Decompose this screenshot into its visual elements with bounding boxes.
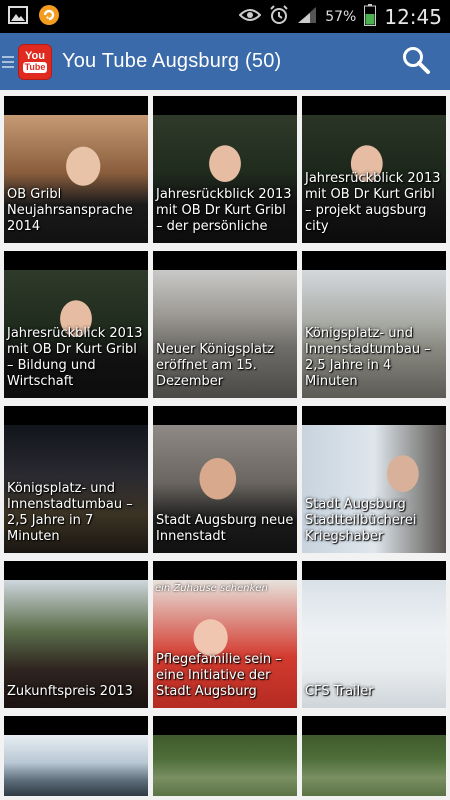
video-tile[interactable]: Zukunftspreis 2013 [4, 561, 148, 708]
video-tile[interactable]: Stadt Augsburg Stadtteilbücherei Kriegsh… [302, 406, 446, 553]
status-bar: 57% 12:45 [0, 0, 450, 33]
video-tile[interactable]: Jahresrückblick 2013 mit OB Dr Kurt Grib… [4, 251, 148, 398]
video-thumbnail [302, 735, 446, 796]
eye-icon [238, 7, 262, 26]
video-tile[interactable]: Stadt Augsburg neue Innenstadt [153, 406, 297, 553]
search-button[interactable] [394, 40, 438, 84]
status-bar-notifications [0, 4, 60, 30]
video-tile[interactable]: Jahresrückblick 2013 mit OB Dr Kurt Grib… [302, 96, 446, 243]
video-tile[interactable] [153, 716, 297, 796]
video-title: Stadt Augsburg neue Innenstadt [156, 513, 294, 544]
video-title: Königsplatz- und Innenstadtumbau – 2,5 J… [305, 326, 431, 389]
video-tile[interactable]: ein Zuhause schenken Pflegefamilie sein –… [153, 561, 297, 708]
video-thumbnail [4, 735, 148, 796]
drawer-indicator-icon[interactable] [2, 55, 14, 68]
video-tile[interactable] [4, 716, 148, 796]
video-tile[interactable]: Königsplatz- und Innenstadtumbau – 2,5 J… [4, 406, 148, 553]
video-title: Neuer Königsplatz eröffnet am 15. Dezemb… [156, 342, 274, 389]
image-icon [8, 5, 28, 28]
video-title: Jahresrückblick 2013 mit OB Dr Kurt Grib… [156, 187, 292, 234]
alarm-icon [269, 4, 289, 29]
battery-percent: 57% [325, 8, 357, 25]
logo-text-tube: Tube [22, 62, 48, 73]
video-title: Pflegefamilie sein – eine Initiative der… [156, 652, 282, 699]
signal-icon [297, 6, 317, 28]
video-title: Zukunftspreis 2013 [7, 684, 133, 699]
logo-text-you: You [25, 50, 45, 62]
video-grid: OB Gribl Neujahrsansprache 2014 Jahresrüc… [4, 96, 446, 796]
video-title: Jahresrückblick 2013 mit OB Dr Kurt Grib… [305, 171, 441, 234]
youtube-logo-icon[interactable]: You Tube [18, 43, 52, 80]
video-tile[interactable]: OB Gribl Neujahrsansprache 2014 [4, 96, 148, 243]
notification-app-icon [38, 4, 60, 30]
video-thumbnail [153, 735, 297, 796]
search-icon [401, 45, 431, 79]
video-tile[interactable] [302, 716, 446, 796]
video-tile[interactable]: Königsplatz- und Innenstadtumbau – 2,5 J… [302, 251, 446, 398]
video-title: Stadt Augsburg Stadtteilbücherei Kriegsh… [305, 497, 417, 544]
video-title: OB Gribl Neujahrsansprache 2014 [7, 187, 133, 234]
thumbnail-overlay-text: ein Zuhause schenken [155, 583, 268, 594]
video-tile[interactable]: Jahresrückblick 2013 mit OB Dr Kurt Grib… [153, 96, 297, 243]
video-tile[interactable]: CFS Trailer [302, 561, 446, 708]
action-bar: You Tube You Tube Augsburg (50) [0, 33, 450, 90]
clock: 12:45 [384, 4, 442, 29]
battery-icon [364, 3, 377, 30]
page-title: You Tube Augsburg (50) [62, 50, 282, 72]
video-title: Königsplatz- und Innenstadtumbau – 2,5 J… [7, 481, 133, 544]
video-tile[interactable]: Neuer Königsplatz eröffnet am 15. Dezemb… [153, 251, 297, 398]
video-title: Jahresrückblick 2013 mit OB Dr Kurt Grib… [7, 326, 143, 389]
status-bar-system: 57% 12:45 [238, 3, 450, 30]
video-title: CFS Trailer [305, 684, 374, 699]
